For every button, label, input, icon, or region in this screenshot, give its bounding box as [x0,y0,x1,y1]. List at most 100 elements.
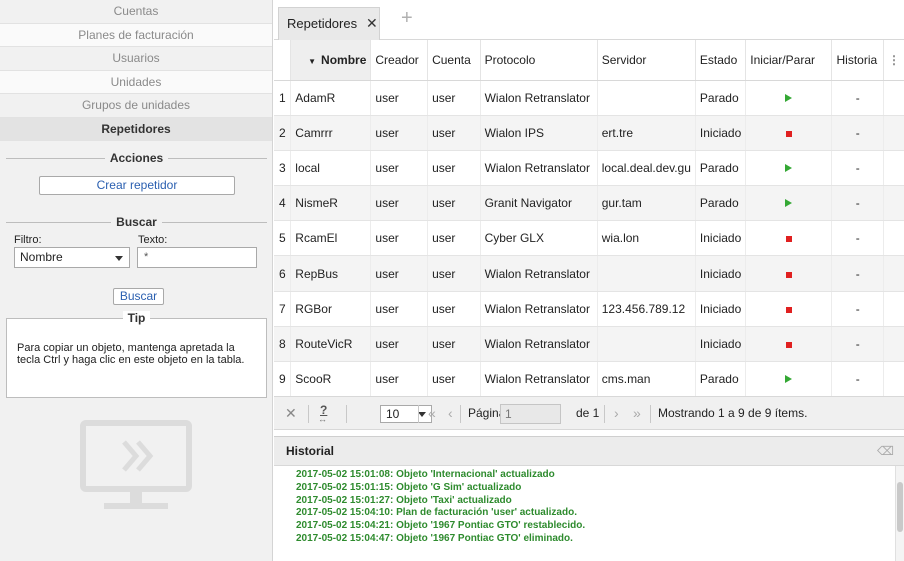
page-size-select[interactable]: 10 [380,405,432,423]
historial-log: 2017-05-02 15:01:08: Objeto 'Internacion… [274,466,904,561]
historial-panel: Historial ⌫ 2017-05-02 15:01:08: Objeto … [274,436,904,561]
buscar-button[interactable]: Buscar [113,288,164,305]
nav-unidades[interactable]: Unidades [0,70,272,94]
table-row[interactable]: 1 AdamR user user Wialon Retranslator Parado - [274,80,904,116]
col-protocolo[interactable]: Protocolo [480,40,598,81]
table-row[interactable]: 6 RepBus user user Wialon Retranslator Inicia… [274,255,904,292]
cell-iniciar-parar [745,291,833,327]
cell-cuenta: user [427,255,481,292]
filtro-select[interactable]: Nombre [14,247,130,268]
tab-label: Repetidores [287,16,358,31]
cell-estado: Iniciado [695,326,747,363]
tip-text: Para copiar un objeto, mantenga apretada… [17,342,245,366]
cell-nombre: Camrrr [290,115,372,151]
last-page-icon[interactable]: » [633,397,641,431]
cell-servidor: 123.456.789.12 [597,291,696,327]
cell-estado: Parado [695,80,747,116]
add-tab-icon[interactable]: + [401,8,413,28]
scroll-thumb[interactable] [897,482,903,532]
col-estado[interactable]: Estado [695,40,747,81]
cell-nombre: local [290,150,372,187]
cell-nombre: ScooR [290,361,372,396]
texto-input[interactable]: * [137,247,257,268]
cell-nombre: RepBus [290,255,372,292]
table-row[interactable]: 5 RcamEl user user Cyber GLX wia.lon Iniciado - [274,220,904,257]
table-header-row: ▼ Nombre Creador Cuenta Protocolo Servido… [274,40,904,81]
col-creador[interactable]: Creador [370,40,429,81]
stop-icon[interactable] [785,271,792,278]
log-line: 2017-05-02 15:01:15: Objeto 'G Sim' actu… [296,481,522,493]
help-icon[interactable]: ? ↔ [318,394,327,428]
cell-estado: Parado [695,185,747,222]
nav-usuarios[interactable]: Usuarios [0,47,272,71]
col-iniciar-parar[interactable]: Iniciar/Parar [745,40,833,81]
cell-nombre: RouteVicR [290,326,372,363]
play-icon[interactable] [785,163,793,172]
cell-cuenta: user [427,291,481,327]
col-servidor[interactable]: Servidor [597,40,696,81]
cell-servidor [597,255,696,292]
cell-protocolo: Wialon Retranslator [480,150,598,187]
clear-filter-icon[interactable]: ✕ [285,397,297,431]
cell-spacer [883,361,904,396]
main-area: Repetidores ✕ + ▼ Nombre Creador Cuenta P… [274,0,904,561]
table-row[interactable]: 3 local user user Wialon Retranslator local.d… [274,150,904,187]
stop-icon[interactable] [785,341,792,348]
nav-grupos-unidades[interactable]: Grupos de unidades [0,94,272,118]
table-row[interactable]: 7 RGBor user user Wialon Retranslator 123.456… [274,291,904,327]
nav-cuentas[interactable]: Cuentas [0,0,272,24]
eraser-icon[interactable]: ⌫ [877,437,894,466]
stop-icon[interactable] [785,306,792,313]
sort-desc-icon: ▼ [308,56,317,66]
column-menu-icon[interactable]: ⋮ [883,40,904,81]
cell-protocolo: Wialon IPS [480,115,598,151]
stop-icon[interactable] [785,236,792,243]
cell-nombre: RcamEl [290,220,372,257]
cell-historia: - [831,115,884,151]
cell-estado: Iniciado [695,115,747,151]
historial-header: Historial ⌫ [274,437,904,466]
nav-planes-facturacion[interactable]: Planes de facturación [0,23,272,47]
col-historia[interactable]: Historia [831,40,884,81]
cell-iniciar-parar [745,255,833,292]
tab-repetidores[interactable]: Repetidores ✕ [278,7,380,40]
crear-repetidor-button[interactable]: Crear repetidor [39,176,235,195]
page-input[interactable]: 1 [500,404,561,424]
play-icon[interactable] [785,375,793,384]
pager: ✕ ? ↔ 10 « ‹ Página 1 de 1 › » Mostrando… [274,396,904,430]
cell-spacer [883,80,904,116]
close-icon[interactable]: ✕ [366,8,378,39]
cell-spacer [883,291,904,327]
cell-historia: - [831,185,884,222]
table-row[interactable]: 8 RouteVicR user user Wialon Retranslator Ini… [274,326,904,363]
stop-icon[interactable] [785,130,792,137]
prev-page-icon[interactable]: ‹ [448,397,453,431]
filtro-value: Nombre [20,250,63,264]
cell-creador: user [370,220,429,257]
table-row[interactable]: 2 Camrrr user user Wialon IPS ert.tre Iniciado… [274,115,904,151]
cell-iniciar-parar [745,150,833,187]
cell-creador: user [370,291,429,327]
table-row[interactable]: 4 NismeR user user Granit Navigator gur.tam Pa… [274,185,904,222]
cell-spacer [883,115,904,151]
next-page-icon[interactable]: › [614,397,619,431]
table-row[interactable]: 9 ScooR user user Wialon Retranslator cms.man… [274,361,904,396]
cell-historia: - [831,255,884,292]
historial-scrollbar[interactable] [895,466,904,561]
monitor-placeholder-icon [80,420,192,519]
nav-repetidores[interactable]: Repetidores [0,117,272,141]
first-page-icon[interactable]: « [428,397,436,431]
cell-protocolo: Granit Navigator [480,185,598,222]
col-cuenta[interactable]: Cuenta [427,40,481,81]
col-nombre[interactable]: ▼ Nombre [290,40,372,81]
cell-historia: - [831,220,884,257]
row-index: 7 [274,291,292,327]
cell-creador: user [370,150,429,187]
cell-creador: user [370,255,429,292]
row-index: 3 [274,150,292,187]
col-index [274,40,292,81]
cell-historia: - [831,80,884,116]
texto-label: Texto: [138,234,168,246]
play-icon[interactable] [785,199,793,208]
play-icon[interactable] [785,93,793,102]
